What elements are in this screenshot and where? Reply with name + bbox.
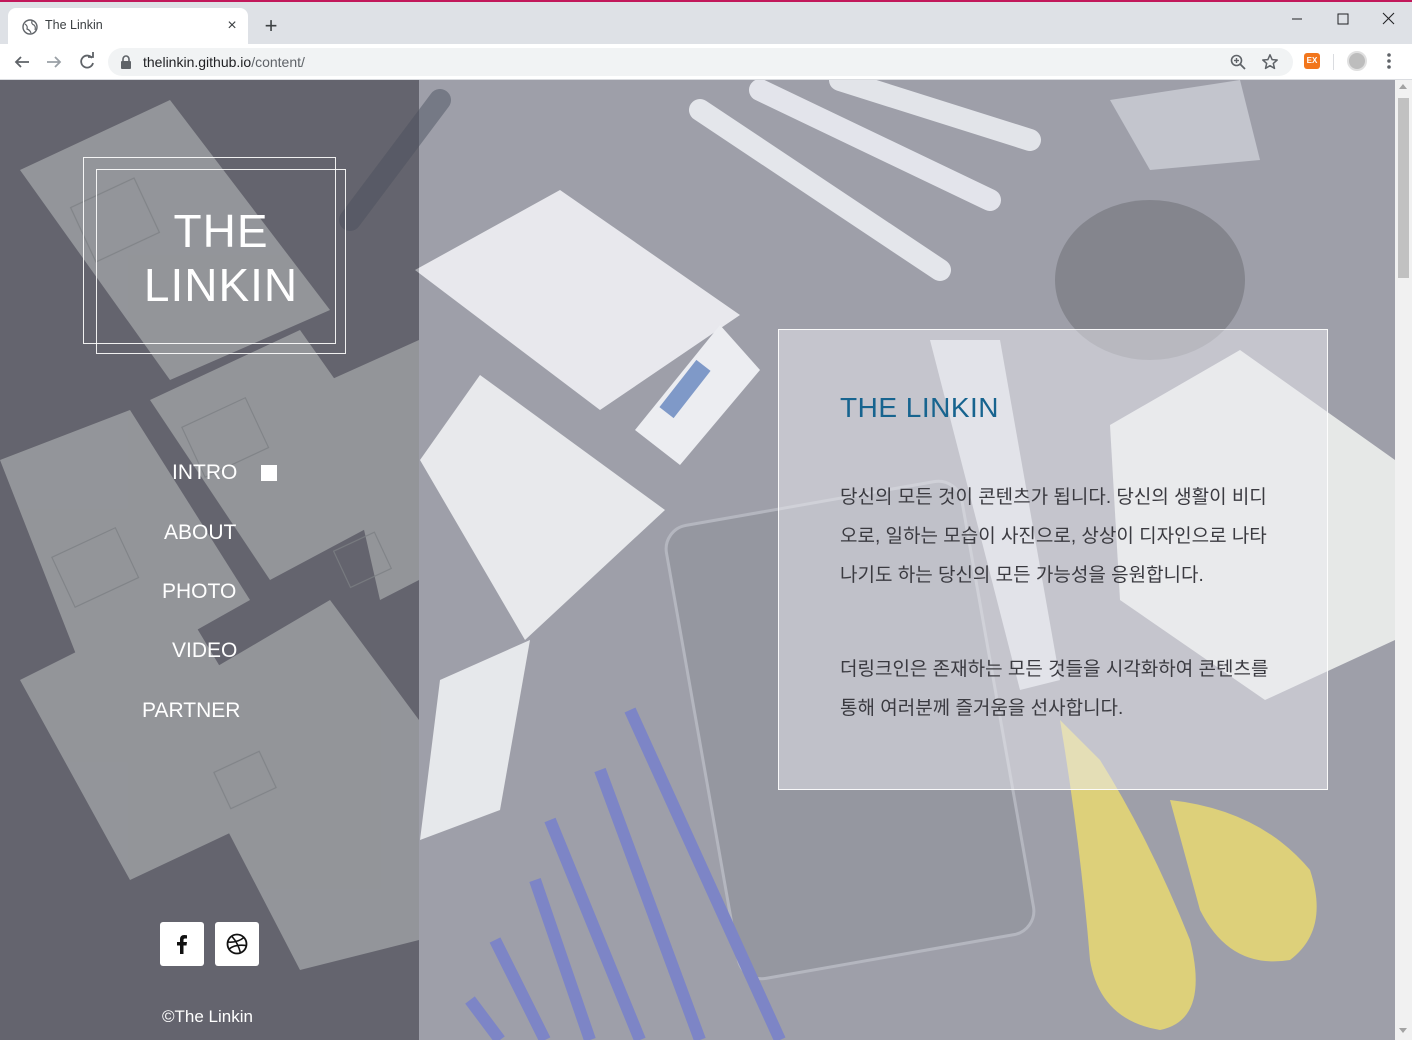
scroll-thumb[interactable]	[1398, 98, 1409, 278]
nav-about[interactable]: ABOUT	[164, 520, 236, 546]
tab-strip: The Linkin × +	[0, 2, 1412, 44]
zoom-icon[interactable]	[1229, 53, 1247, 71]
scroll-up-arrow-icon[interactable]	[1399, 84, 1407, 89]
dribbble-icon	[226, 933, 248, 955]
intro-content-box: THE LINKIN 당신의 모든 것이 콘텐츠가 됩니다. 당신의 생활이 비…	[778, 329, 1328, 790]
toolbar-divider	[1333, 54, 1334, 70]
reload-icon[interactable]	[73, 48, 101, 76]
address-bar[interactable]: thelinkin.github.io/content/	[108, 48, 1293, 76]
nav-photo[interactable]: PHOTO	[162, 579, 236, 605]
tab-close-icon[interactable]: ×	[222, 16, 242, 36]
extension-icon[interactable]: EX	[1304, 53, 1320, 69]
bookmark-star-icon[interactable]	[1261, 53, 1279, 71]
dribbble-button[interactable]	[215, 922, 259, 966]
minimize-icon[interactable]	[1274, 6, 1320, 32]
lock-icon	[121, 55, 131, 69]
back-arrow-icon[interactable]	[8, 48, 36, 76]
maximize-icon[interactable]	[1320, 6, 1366, 32]
logo-line-1: THE	[173, 205, 269, 257]
globe-icon	[22, 19, 38, 35]
content-title: THE LINKIN	[840, 392, 1000, 423]
tab-title: The Linkin	[45, 18, 103, 32]
content-paragraph-1: 당신의 모든 것이 콘텐츠가 됩니다. 당신의 생활이 비디오로, 일하는 모습…	[840, 487, 1267, 586]
facebook-button[interactable]	[160, 922, 204, 966]
nav-partner[interactable]: PARTNER	[142, 698, 240, 724]
site-logo[interactable]: THE LINKIN	[96, 204, 346, 312]
browser-toolbar: thelinkin.github.io/content/	[0, 44, 1412, 80]
browser-tab[interactable]: The Linkin ×	[8, 8, 248, 44]
profile-avatar[interactable]	[1347, 51, 1367, 71]
nav-intro[interactable]: INTRO	[172, 460, 237, 486]
nav-video[interactable]: VIDEO	[172, 638, 237, 664]
facebook-icon	[177, 935, 187, 954]
forward-arrow-icon[interactable]	[40, 48, 68, 76]
kebab-menu-icon[interactable]	[1381, 50, 1397, 72]
new-tab-button[interactable]: +	[258, 13, 284, 39]
logo-line-2: LINKIN	[143, 259, 299, 311]
window-close-icon[interactable]	[1366, 6, 1412, 32]
copyright-text: ©The Linkin	[162, 1007, 253, 1026]
page-viewport: THE LINKIN INTRO ABOUT PHOTO VIDEO PARTN…	[0, 80, 1395, 1040]
active-nav-marker	[261, 465, 277, 481]
content-paragraph-2: 더링크인은 존재하는 모든 것들을 시각화하여 콘텐츠를 통해 여러분께 즐거움…	[840, 659, 1269, 719]
url-text: thelinkin.github.io/content/	[143, 54, 305, 70]
scroll-down-arrow-icon[interactable]	[1399, 1028, 1407, 1033]
vertical-scrollbar[interactable]	[1395, 80, 1412, 1040]
